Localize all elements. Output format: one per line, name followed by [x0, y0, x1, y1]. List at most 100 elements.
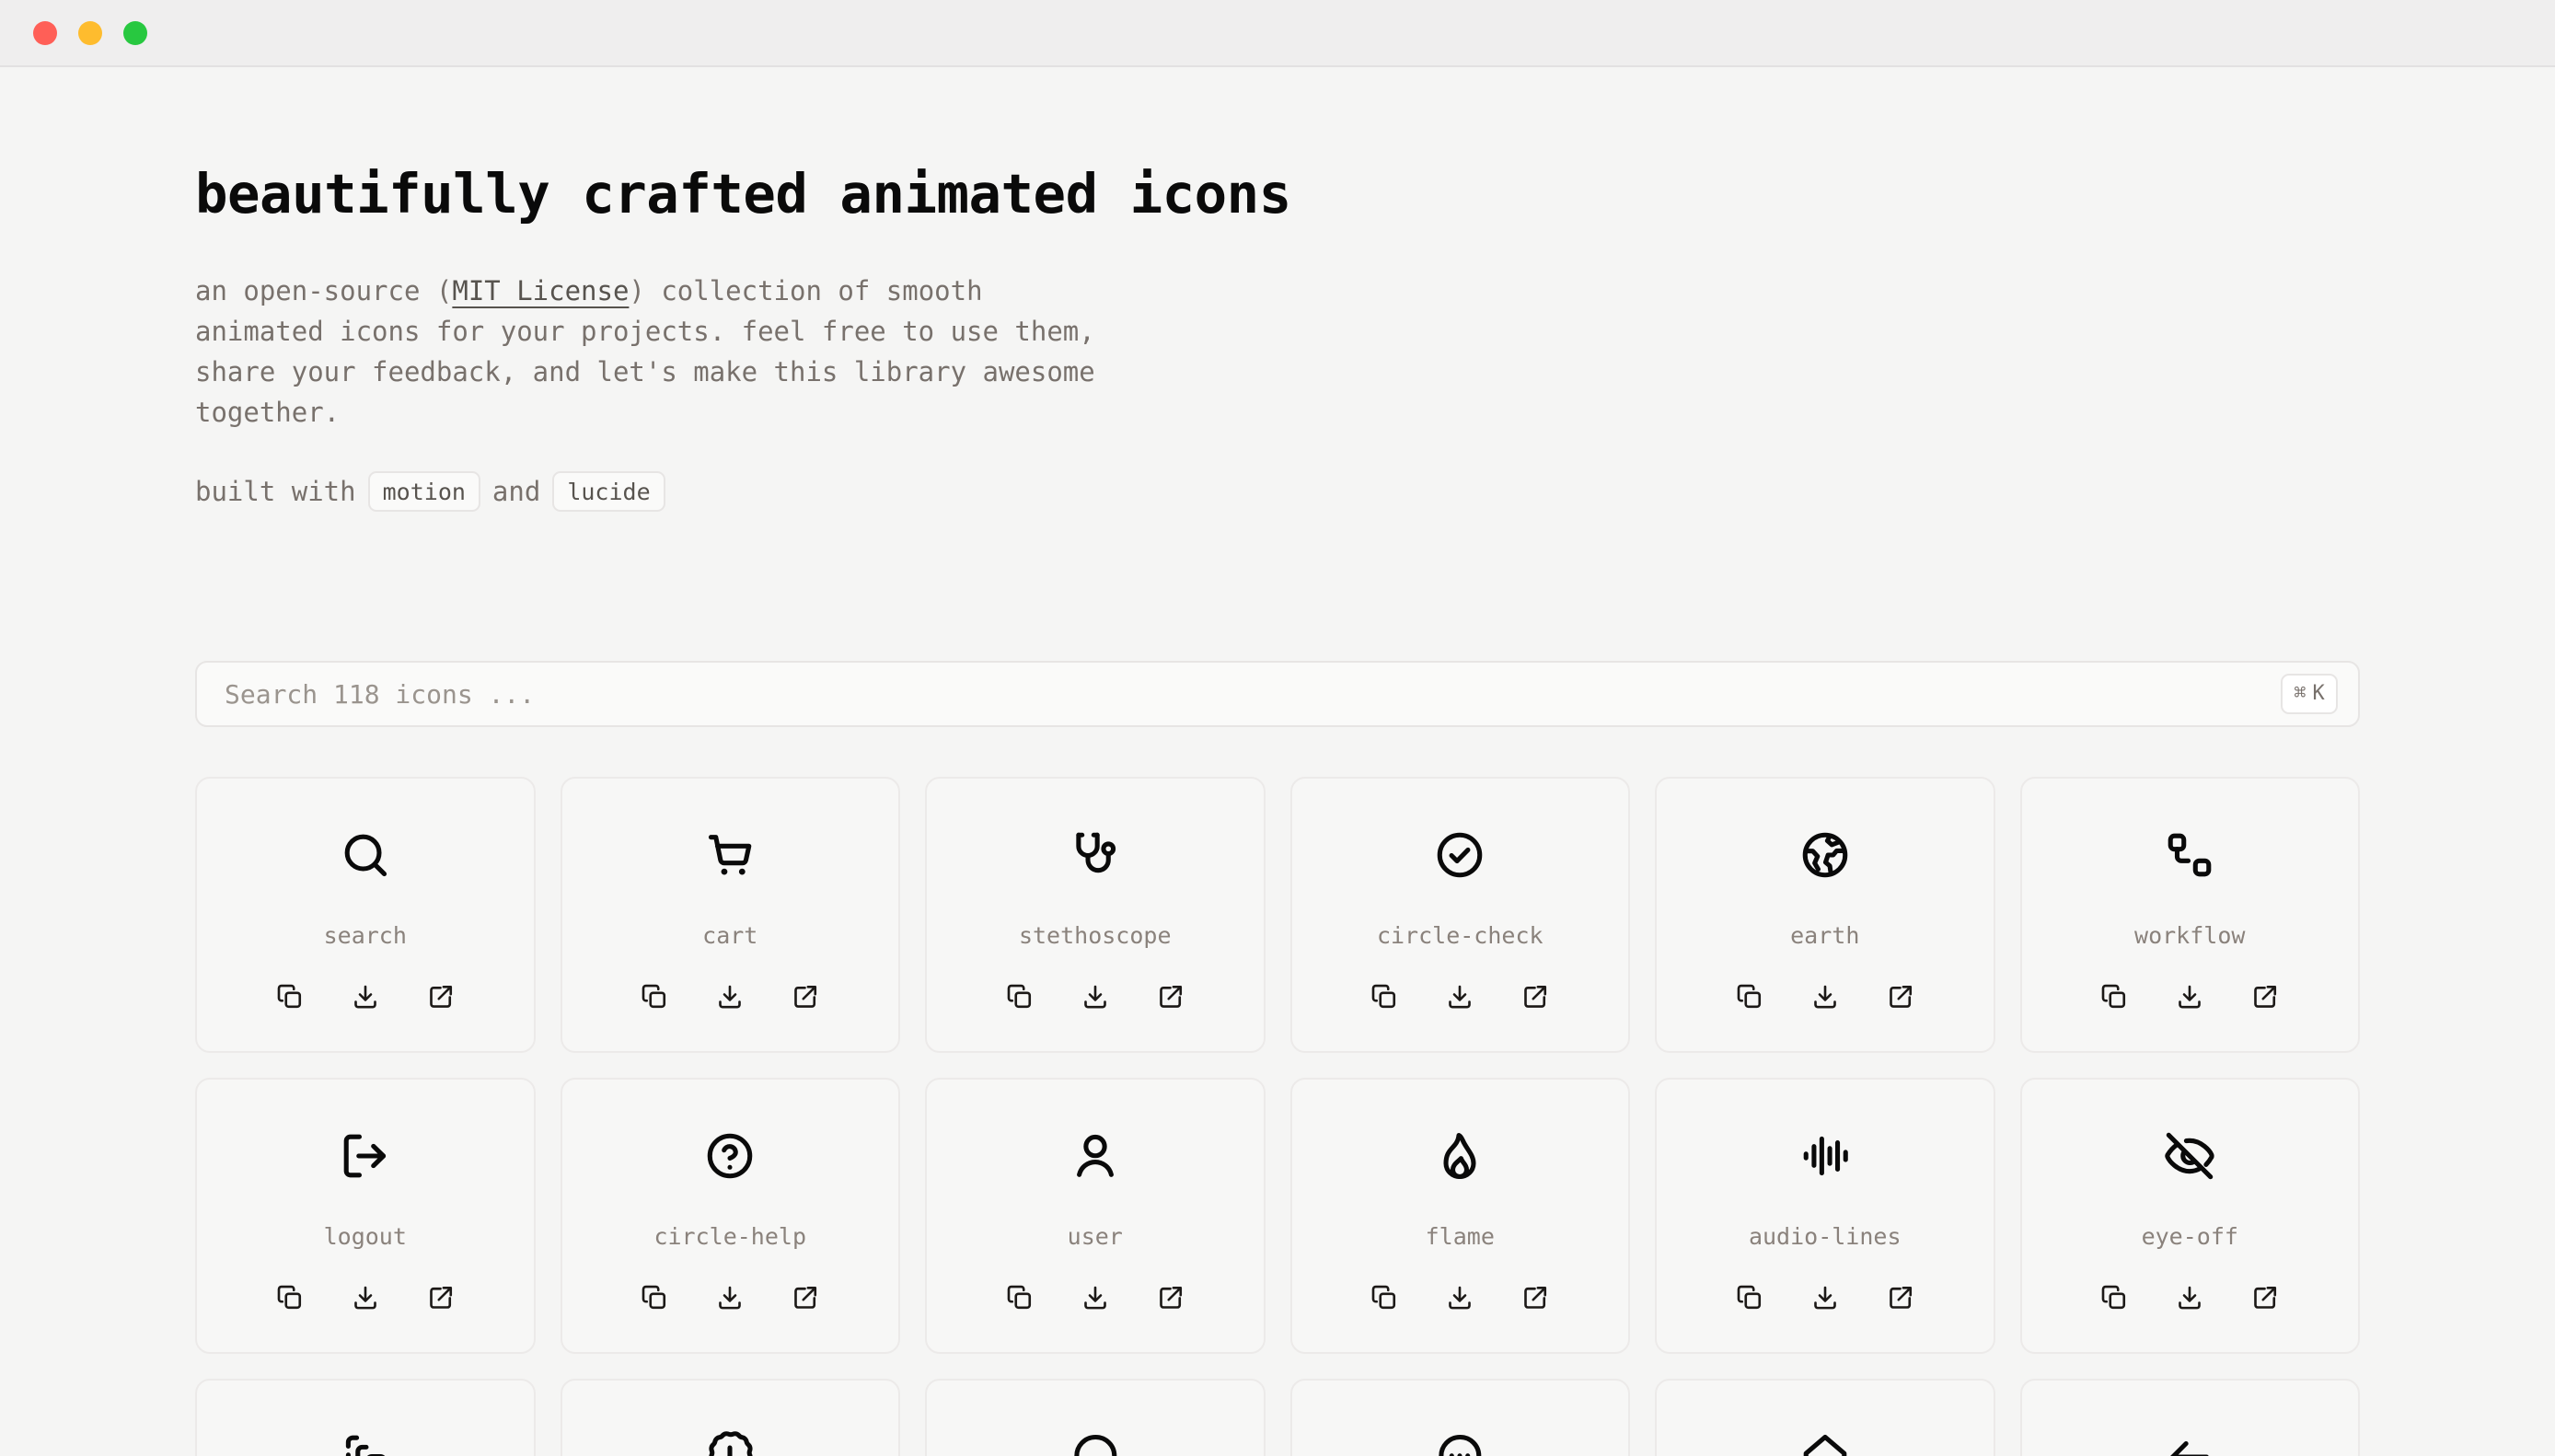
copy-icon[interactable]: [274, 981, 306, 1012]
icon-name-label: search: [323, 922, 407, 950]
earth-icon: [1798, 826, 1852, 884]
copy-icon[interactable]: [1734, 981, 1765, 1012]
icon-card[interactable]: earth: [1655, 777, 1995, 1054]
copy-icon[interactable]: [639, 1282, 670, 1313]
stethoscope-icon: [1069, 826, 1122, 884]
copy-icon[interactable]: [2098, 1282, 2130, 1313]
mit-license-link[interactable]: MIT License: [452, 275, 629, 306]
download-icon[interactable]: [2174, 1282, 2205, 1313]
copy-icon[interactable]: [1734, 1282, 1765, 1313]
icon-card[interactable]: search: [195, 777, 536, 1054]
icon-card[interactable]: circle-check: [1289, 777, 1630, 1054]
page-title: beautifully crafted animated icons: [195, 162, 1291, 225]
icon-name-label: stethoscope: [1018, 922, 1172, 950]
command-key-glyph: ⌘: [2294, 682, 2306, 706]
user-icon: [1069, 1127, 1122, 1184]
icon-name-label: logout: [323, 1223, 407, 1251]
external-link-icon[interactable]: [790, 1282, 821, 1313]
icon-card[interactable]: eye-off: [2019, 1078, 2360, 1355]
external-link-icon[interactable]: [425, 1282, 457, 1313]
icon-card-actions: [562, 981, 899, 1012]
icon-card[interactable]: cart: [560, 777, 900, 1054]
icon-name-label: audio-lines: [1748, 1223, 1902, 1251]
icon-card[interactable]: circle-help: [560, 1078, 900, 1355]
icon-card[interactable]: logout: [195, 1078, 536, 1355]
page-content: beautifully crafted animated icons an op…: [0, 67, 2555, 1456]
close-window-button[interactable]: [33, 20, 57, 45]
external-link-icon[interactable]: [425, 981, 457, 1012]
home-icon: [1798, 1428, 1852, 1456]
external-link-icon[interactable]: [1155, 981, 1186, 1012]
download-icon[interactable]: [1444, 981, 1475, 1012]
icon-card[interactable]: workflow: [2019, 777, 2360, 1054]
icon-card-actions: [1292, 1282, 1629, 1313]
badge-alert-icon: [703, 1428, 757, 1456]
icon-card-actions: [1657, 1282, 1994, 1313]
circle-check-icon: [1433, 826, 1486, 884]
icon-name-label: workflow: [2134, 922, 2246, 950]
external-link-icon[interactable]: [1155, 1282, 1186, 1313]
download-icon[interactable]: [350, 981, 381, 1012]
copy-icon[interactable]: [274, 1282, 306, 1313]
icon-card[interactable]: square-stack: [195, 1379, 536, 1456]
page-scroll-area[interactable]: beautifully crafted animated icons an op…: [0, 67, 2555, 1456]
arrow-left-icon: [2163, 1428, 2216, 1456]
search-bar[interactable]: ⌘ K: [195, 661, 2360, 728]
external-link-icon[interactable]: [2249, 1282, 2281, 1313]
download-icon[interactable]: [1444, 1282, 1475, 1313]
download-icon[interactable]: [714, 981, 746, 1012]
icon-card[interactable]: message-circle: [925, 1379, 1266, 1456]
download-icon[interactable]: [2174, 981, 2205, 1012]
eye-off-icon: [2163, 1127, 2216, 1184]
message-circle-more-icon: [1433, 1428, 1486, 1456]
copy-icon[interactable]: [639, 981, 670, 1012]
icon-card[interactable]: badge-alert: [560, 1379, 900, 1456]
icon-card-actions: [1292, 981, 1629, 1012]
icon-card[interactable]: flame: [1289, 1078, 1630, 1355]
icon-card[interactable]: stethoscope: [925, 777, 1266, 1054]
external-link-icon[interactable]: [1520, 1282, 1551, 1313]
external-link-icon[interactable]: [790, 981, 821, 1012]
icon-card[interactable]: arrow-left: [2019, 1379, 2360, 1456]
circle-help-icon: [703, 1127, 757, 1184]
external-link-icon[interactable]: [1520, 981, 1551, 1012]
copy-icon[interactable]: [1369, 1282, 1400, 1313]
message-circle-icon: [1069, 1428, 1122, 1456]
download-icon[interactable]: [1809, 981, 1841, 1012]
workflow-icon: [2163, 826, 2216, 884]
download-icon[interactable]: [714, 1282, 746, 1313]
download-icon[interactable]: [1809, 1282, 1841, 1313]
flame-icon: [1433, 1127, 1486, 1184]
icon-card-actions: [927, 1282, 1264, 1313]
copy-icon[interactable]: [1004, 1282, 1035, 1313]
icon-card-actions: [197, 1282, 534, 1313]
maximize-window-button[interactable]: [123, 20, 147, 45]
icon-card[interactable]: user: [925, 1078, 1266, 1355]
external-link-icon[interactable]: [1885, 1282, 1916, 1313]
icon-name-label: flame: [1425, 1223, 1495, 1251]
external-link-icon[interactable]: [1885, 981, 1916, 1012]
icon-card[interactable]: home: [1655, 1379, 1995, 1456]
icon-name-label: cart: [702, 922, 758, 950]
icon-card[interactable]: message-circle-more: [1289, 1379, 1630, 1456]
motion-pill[interactable]: motion: [367, 471, 480, 513]
download-icon[interactable]: [350, 1282, 381, 1313]
download-icon[interactable]: [1080, 981, 1111, 1012]
minimize-window-button[interactable]: [78, 20, 102, 45]
download-icon[interactable]: [1080, 1282, 1111, 1313]
description-text-before: an open-source (: [195, 274, 453, 306]
external-link-icon[interactable]: [2249, 981, 2281, 1012]
copy-icon[interactable]: [2098, 981, 2130, 1012]
window-titlebar: [0, 0, 2555, 67]
built-with-row: built with motion and lucide: [195, 471, 2360, 513]
square-stack-icon: [339, 1428, 392, 1456]
hero-section: beautifully crafted animated icons an op…: [195, 67, 2360, 513]
copy-icon[interactable]: [1004, 981, 1035, 1012]
icon-card[interactable]: audio-lines: [1655, 1078, 1995, 1355]
lucide-pill[interactable]: lucide: [552, 471, 665, 513]
search-section: ⌘ K: [195, 661, 2360, 728]
search-input[interactable]: [225, 663, 2281, 726]
copy-icon[interactable]: [1369, 981, 1400, 1012]
icon-card-actions: [1657, 981, 1994, 1012]
app-window: beautifully crafted animated icons an op…: [0, 0, 2555, 1456]
